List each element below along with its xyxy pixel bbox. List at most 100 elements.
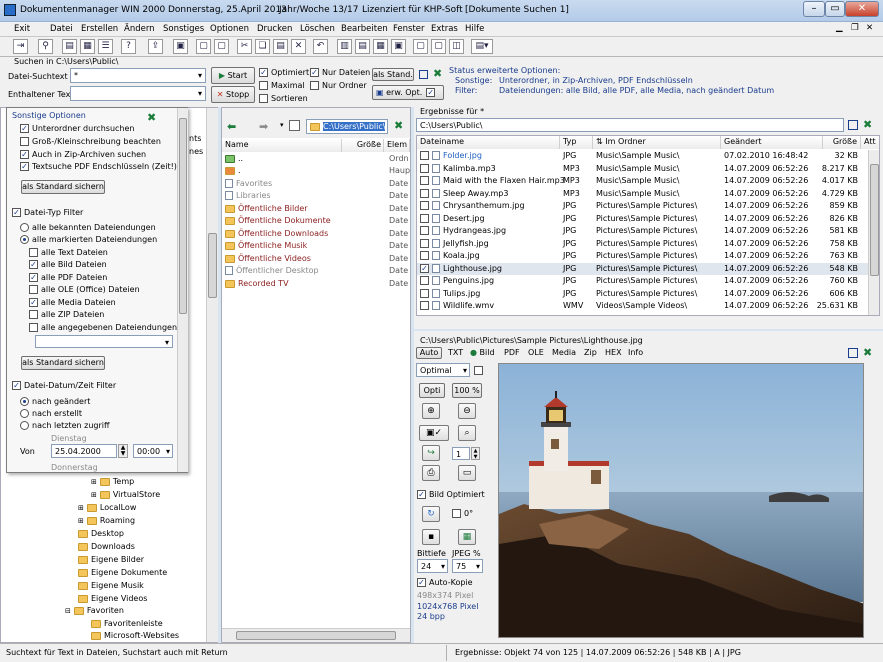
view1-icon[interactable]: ▢ bbox=[413, 39, 428, 54]
date-filter-toggle[interactable]: ✓ Datei-Datum/Zeit Filter bbox=[12, 380, 116, 393]
browser-row[interactable]: Öffentliche Bilder Date bbox=[222, 203, 410, 216]
options-scrollbar[interactable] bbox=[177, 108, 188, 472]
tree-item[interactable]: ⊞ Temp bbox=[91, 476, 134, 489]
menu-extras[interactable]: Extras bbox=[431, 24, 458, 34]
tree-item[interactable]: Downloads bbox=[78, 541, 135, 554]
tree-item[interactable]: Eigene Videos bbox=[78, 593, 147, 606]
row-checkbox[interactable] bbox=[420, 176, 429, 185]
opt-maximal[interactable]: Maximal bbox=[259, 81, 305, 90]
opt-unterordner[interactable]: ✓ Unterordner durchsuchen bbox=[20, 123, 134, 136]
doc-icon[interactable]: ▢ bbox=[196, 39, 211, 54]
tree-item[interactable]: Eigene Bilder bbox=[78, 554, 144, 567]
open-external-icon[interactable]: ↪ bbox=[422, 445, 440, 461]
typ-bild[interactable]: ✓ alle Bild Dateien bbox=[29, 259, 107, 272]
preview-icon[interactable]: ◫ bbox=[449, 39, 464, 54]
view2-icon[interactable]: ▢ bbox=[431, 39, 446, 54]
start-button[interactable]: ▶ Start bbox=[211, 67, 255, 84]
als-stand-button[interactable]: als Stand. bbox=[372, 68, 414, 81]
result-row[interactable]: Folder.jpg JPG Music\Sample Music\ 07.02.20… bbox=[417, 150, 868, 163]
save-standard-button-2[interactable]: als Standard sichern bbox=[21, 356, 105, 370]
result-row[interactable]: Hydrangeas.jpg JPG Pictures\Sample Picture… bbox=[417, 225, 868, 238]
zoom-in-icon[interactable]: ⊕ bbox=[422, 403, 440, 419]
menu-loeschen[interactable]: Löschen bbox=[300, 24, 335, 34]
typ-zip[interactable]: alle ZIP Dateien bbox=[29, 309, 104, 322]
fit-window-icon[interactable]: ▣✓ bbox=[419, 425, 449, 441]
opt-nur-dateien[interactable]: ✓ Nur Dateien bbox=[310, 68, 370, 77]
mode-checkbox[interactable] bbox=[474, 366, 483, 375]
results-close-icon[interactable]: ✖ bbox=[863, 118, 872, 131]
result-row[interactable]: Maid with the Flaxen Hair.mp3 MP3 Music\Sa… bbox=[417, 175, 868, 188]
paste-icon[interactable]: ▤ bbox=[273, 39, 288, 54]
tab-ole[interactable]: OLE bbox=[528, 348, 544, 357]
result-row[interactable]: Jellyfish.jpg JPG Pictures\Sample Pictures… bbox=[417, 238, 868, 251]
copy-icon[interactable]: ❏ bbox=[255, 39, 270, 54]
menu-erstellen[interactable]: Erstellen bbox=[81, 24, 118, 34]
typ-text[interactable]: alle Text Dateien bbox=[29, 247, 108, 260]
row-checkbox[interactable] bbox=[420, 301, 429, 310]
tab-bild[interactable]: ● Bild bbox=[470, 348, 495, 357]
von-date-input[interactable]: 25.04.2000 bbox=[51, 444, 117, 458]
mdi-restore-icon[interactable]: ❐ bbox=[851, 23, 859, 33]
help-icon[interactable]: ? bbox=[121, 39, 136, 54]
back-icon[interactable]: ⬅ bbox=[227, 120, 236, 133]
menu-exit[interactable]: Exit bbox=[14, 24, 30, 34]
col-geaendert[interactable]: Geändert bbox=[721, 136, 823, 149]
row-checkbox[interactable] bbox=[420, 276, 429, 285]
tab-hex[interactable]: HEX bbox=[605, 348, 622, 357]
book-icon[interactable]: ▤ bbox=[62, 39, 77, 54]
panel-window-icon[interactable] bbox=[419, 70, 428, 79]
notes-icon[interactable]: ▦ bbox=[80, 39, 95, 54]
result-row[interactable]: Desert.jpg JPG Pictures\Sample Pictures\ 14… bbox=[417, 213, 868, 226]
history-dropdown-icon[interactable]: ▾ bbox=[280, 121, 284, 129]
row-checkbox[interactable] bbox=[420, 226, 429, 235]
tab-auto[interactable]: Auto bbox=[416, 347, 442, 359]
tab-info[interactable]: Info bbox=[628, 348, 643, 357]
browser-hscrollbar[interactable] bbox=[222, 628, 410, 642]
erw-opt-button[interactable]: ▣ erw. Opt. ✓ bbox=[372, 85, 444, 100]
menu-aendern[interactable]: Ändern bbox=[124, 24, 155, 34]
browser-row[interactable]: Libraries Date bbox=[222, 190, 410, 203]
panel-close-icon[interactable]: ✖ bbox=[433, 67, 442, 80]
undo-icon[interactable]: ↶ bbox=[313, 39, 328, 54]
opt-pdf[interactable]: ✓ Textsuche PDF Endschlüsseln (Zeit!) bbox=[20, 161, 177, 174]
col-groesse[interactable]: Größe bbox=[823, 136, 861, 149]
stop-button[interactable]: ✕ Stopp bbox=[211, 86, 255, 103]
row-checkbox[interactable]: ✓ bbox=[420, 263, 429, 273]
result-row[interactable]: Chrysanthemum.jpg JPG Pictures\Sample Pict… bbox=[417, 200, 868, 213]
cut-icon[interactable]: ✂ bbox=[237, 39, 252, 54]
browser-row[interactable]: .. Ordn bbox=[222, 153, 410, 166]
tree-item[interactable]: Desktop bbox=[78, 528, 124, 541]
display-icon[interactable]: ▭ bbox=[458, 465, 476, 481]
count-field[interactable]: 1 bbox=[452, 447, 470, 460]
maximize-button[interactable]: ▭ bbox=[825, 1, 845, 17]
save-icon[interactable]: ▪ bbox=[422, 529, 440, 545]
typ-ole[interactable]: alle OLE (Office) Dateien bbox=[29, 284, 140, 297]
exit-icon[interactable]: ⇥ bbox=[13, 39, 28, 54]
browser-row[interactable]: Öffentlicher Desktop Date bbox=[222, 265, 410, 278]
page-zoom-icon[interactable]: ⌕ bbox=[458, 425, 476, 441]
mdi-close-icon[interactable]: ✕ bbox=[866, 23, 873, 33]
col-typ[interactable]: Typ bbox=[560, 136, 593, 149]
preview-close-icon[interactable]: ✖ bbox=[863, 346, 872, 359]
menu-datei[interactable]: Datei bbox=[50, 24, 73, 34]
row-checkbox[interactable] bbox=[420, 201, 429, 210]
results-scrollbar[interactable] bbox=[868, 150, 879, 315]
binoculars-icon[interactable]: ⚲ bbox=[38, 39, 53, 54]
doc2-icon[interactable]: ▢ bbox=[214, 39, 229, 54]
bild-optimiert-toggle[interactable]: ✓ Bild Optimiert bbox=[417, 490, 485, 499]
tree-item[interactable]: Eigene Musik bbox=[78, 580, 144, 593]
bittiefe-select[interactable]: 24 ▾ bbox=[417, 559, 448, 573]
rotate-angle-toggle[interactable]: 0° bbox=[452, 509, 473, 518]
opt-sortieren[interactable]: Sortieren bbox=[259, 94, 308, 103]
menu-hilfe[interactable]: Hilfe bbox=[465, 24, 484, 34]
mdi-minimize-icon[interactable]: ▁ bbox=[836, 23, 843, 33]
date-spin-icon[interactable]: ▲ ▼ bbox=[118, 444, 128, 458]
col-att[interactable]: Att bbox=[861, 136, 879, 149]
col-size[interactable]: Größe bbox=[342, 139, 384, 152]
date-radio-modified[interactable]: nach geändert bbox=[20, 396, 90, 409]
menu-bearbeiten[interactable]: Bearbeiten bbox=[341, 24, 388, 34]
zoom-100-button[interactable]: 100 % bbox=[452, 383, 482, 398]
tree-toggle-icon[interactable] bbox=[289, 120, 300, 131]
tree-item[interactable]: Microsoft-Websites bbox=[91, 630, 179, 643]
results-window-icon[interactable] bbox=[848, 120, 858, 130]
